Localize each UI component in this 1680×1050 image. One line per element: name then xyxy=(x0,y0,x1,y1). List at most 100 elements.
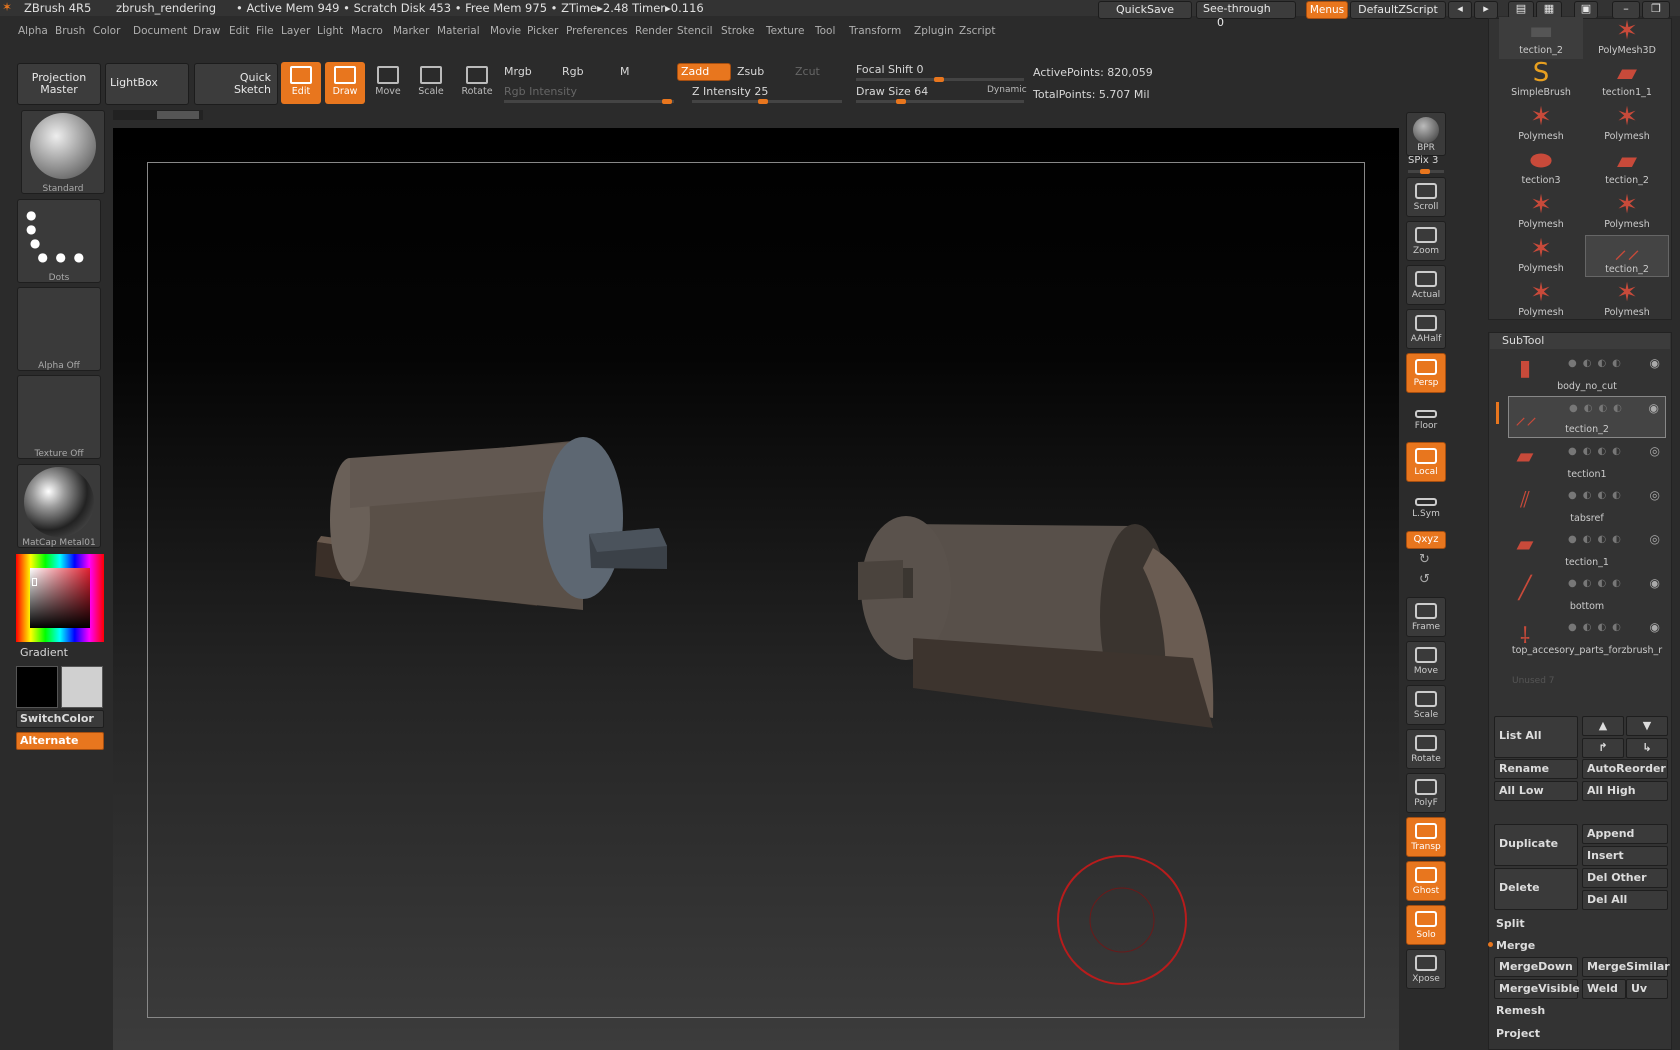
alternate-button[interactable]: Alternate xyxy=(16,732,104,750)
dynamic-toggle[interactable]: Dynamic xyxy=(987,85,1027,95)
menu-stroke[interactable]: Stroke xyxy=(721,25,754,37)
focal-shift-slider[interactable]: Focal Shift 0 xyxy=(856,63,924,76)
menu-color[interactable]: Color xyxy=(93,25,120,37)
del-other-button[interactable]: Del Other xyxy=(1582,868,1668,888)
z-intensity-track[interactable] xyxy=(692,99,842,104)
scroll-button[interactable]: Scroll xyxy=(1406,177,1446,217)
subtool-item[interactable]: ⸸ ●◐◐◐ ◉ top_accesory_parts_forzbrush_r xyxy=(1508,616,1666,658)
tool-item[interactable]: ⬬ tection3 xyxy=(1499,147,1583,189)
switchcolor-button[interactable]: SwitchColor xyxy=(16,710,104,728)
menu-transform[interactable]: Transform xyxy=(849,25,901,37)
arrow-down-icon[interactable]: ▼ xyxy=(1626,716,1668,736)
subtool-toggles[interactable]: ●◐◐◐ xyxy=(1568,490,1627,501)
tool-item[interactable]: S SimpleBrush xyxy=(1499,59,1583,101)
menu-edit[interactable]: Edit xyxy=(229,25,249,37)
stroke-thumbnail[interactable]: ● ● ● ● ● ● Dots xyxy=(17,199,101,283)
menu-file[interactable]: File xyxy=(256,25,274,37)
right-arrow-icon[interactable]: ▸ xyxy=(1474,1,1498,19)
color-sv-square[interactable] xyxy=(30,568,90,628)
remesh-section[interactable]: Remesh xyxy=(1496,1004,1545,1017)
left-arrow-icon[interactable]: ◂ xyxy=(1448,1,1472,19)
menu-document[interactable]: Document xyxy=(133,25,187,37)
gradient-label[interactable]: Gradient xyxy=(20,646,68,659)
merge-section[interactable]: Merge xyxy=(1496,939,1535,952)
subtool-toggles[interactable]: ●◐◐◐ xyxy=(1568,578,1627,589)
draw-size-slider[interactable]: Draw Size 64 xyxy=(856,85,928,98)
menu-alpha[interactable]: Alpha xyxy=(18,25,48,37)
zsub-button[interactable]: Zsub xyxy=(737,65,764,78)
spix-track[interactable] xyxy=(1408,169,1444,174)
scale-button[interactable]: Scale xyxy=(411,62,451,104)
color-picker[interactable] xyxy=(16,554,104,642)
transp-button[interactable]: Transp xyxy=(1406,817,1446,857)
color-cursor[interactable] xyxy=(32,578,37,586)
lightbox-button[interactable]: LightBox xyxy=(105,63,189,105)
frame-button[interactable]: Frame xyxy=(1406,597,1446,637)
menu-brush[interactable]: Brush xyxy=(55,25,85,37)
see-through-slider[interactable]: See-through 0 xyxy=(1196,1,1296,29)
move-view-button[interactable]: Move xyxy=(1406,641,1446,681)
rotate-button[interactable]: Rotate xyxy=(457,62,497,104)
mergesimilar-button[interactable]: MergeSimilar xyxy=(1582,957,1670,977)
subtool-toggles[interactable]: ●◐◐◐ xyxy=(1568,622,1627,633)
eye-icon[interactable]: ◉ xyxy=(1650,576,1660,590)
rgb-intensity-slider[interactable]: Rgb Intensity xyxy=(504,85,577,98)
edit-button[interactable]: Edit xyxy=(281,62,321,104)
move-down-icon[interactable]: ↳ xyxy=(1626,738,1668,758)
aahalf-button[interactable]: AAHalf xyxy=(1406,309,1446,349)
uv-button[interactable]: Uv xyxy=(1626,979,1668,999)
eye-icon[interactable]: ◉ xyxy=(1649,401,1659,415)
menu-picker[interactable]: Picker xyxy=(527,25,558,37)
eye-icon[interactable]: ◉ xyxy=(1650,620,1660,634)
lsym-button[interactable]: L.Sym xyxy=(1406,489,1446,525)
rgb-button[interactable]: Rgb xyxy=(562,65,584,78)
zadd-button[interactable]: Zadd xyxy=(677,63,731,81)
spix-slider[interactable]: SPix 3 xyxy=(1408,155,1438,166)
xpose-button[interactable]: Xpose xyxy=(1406,949,1446,989)
m-button[interactable]: M xyxy=(620,65,630,78)
texture-thumbnail[interactable]: Texture Off xyxy=(17,375,101,459)
focal-shift-track[interactable] xyxy=(856,77,1024,82)
menu-zplugin[interactable]: Zplugin xyxy=(914,25,954,37)
projection-master-button[interactable]: Projection Master xyxy=(17,63,101,105)
split-section[interactable]: Split xyxy=(1496,917,1525,930)
move-button[interactable]: Move xyxy=(368,62,408,104)
menu-tool[interactable]: Tool xyxy=(815,25,835,37)
tool-item[interactable]: ✶ Polymesh xyxy=(1499,235,1583,277)
rgb-intensity-track[interactable] xyxy=(504,99,674,104)
draw-button[interactable]: Draw xyxy=(325,62,365,104)
brush-thumbnail[interactable]: Standard xyxy=(21,110,105,194)
subtool-toggles[interactable]: ●◐◐◐ xyxy=(1568,534,1627,545)
weld-button[interactable]: Weld xyxy=(1582,979,1626,999)
eye-icon[interactable]: ◎ xyxy=(1650,444,1660,458)
z-intensity-slider[interactable]: Z Intensity 25 xyxy=(692,85,768,98)
eye-icon[interactable]: ◉ xyxy=(1650,356,1660,370)
tool-item[interactable]: ✶ Polymesh xyxy=(1499,279,1583,321)
canvas-viewport[interactable] xyxy=(113,128,1399,1050)
arrow-up-icon[interactable]: ▲ xyxy=(1582,716,1624,736)
zoom-button[interactable]: Zoom xyxy=(1406,221,1446,261)
eye-icon[interactable]: ◎ xyxy=(1650,532,1660,546)
tool-item[interactable]: ▬ tection_2 xyxy=(1499,17,1583,59)
actual-button[interactable]: Actual xyxy=(1406,265,1446,305)
rotate-y-icon[interactable]: ↻ xyxy=(1419,552,1430,567)
menu-light[interactable]: Light xyxy=(317,25,343,37)
scale-view-button[interactable]: Scale xyxy=(1406,685,1446,725)
tool-item[interactable]: ✶ Polymesh xyxy=(1585,279,1669,321)
menu-material[interactable]: Material xyxy=(437,25,480,37)
menu-render[interactable]: Render xyxy=(635,25,672,37)
tool-item[interactable]: ▰ tection1_1 xyxy=(1585,59,1669,101)
menu-macro[interactable]: Macro xyxy=(351,25,383,37)
rotate-z-icon[interactable]: ↺ xyxy=(1419,572,1430,587)
subtool-item[interactable]: ▮ ●◐◐◐ ◉ body_no_cut xyxy=(1508,352,1666,394)
subtool-item[interactable]: ⫽ ●◐◐◐ ◎ tabsref xyxy=(1508,484,1666,526)
del-all-button[interactable]: Del All xyxy=(1582,890,1668,910)
autoreorder-button[interactable]: AutoReorder xyxy=(1582,759,1668,779)
rename-button[interactable]: Rename xyxy=(1494,759,1578,779)
menu-movie[interactable]: Movie xyxy=(490,25,521,37)
solo-button[interactable]: Solo xyxy=(1406,905,1446,945)
floor-button[interactable]: Floor xyxy=(1406,401,1446,437)
tool-item[interactable]: ✶ Polymesh xyxy=(1499,103,1583,145)
subtool-toggles[interactable]: ●◐◐◐ xyxy=(1568,358,1627,369)
tool-item[interactable]: ✶ Polymesh xyxy=(1585,191,1669,233)
